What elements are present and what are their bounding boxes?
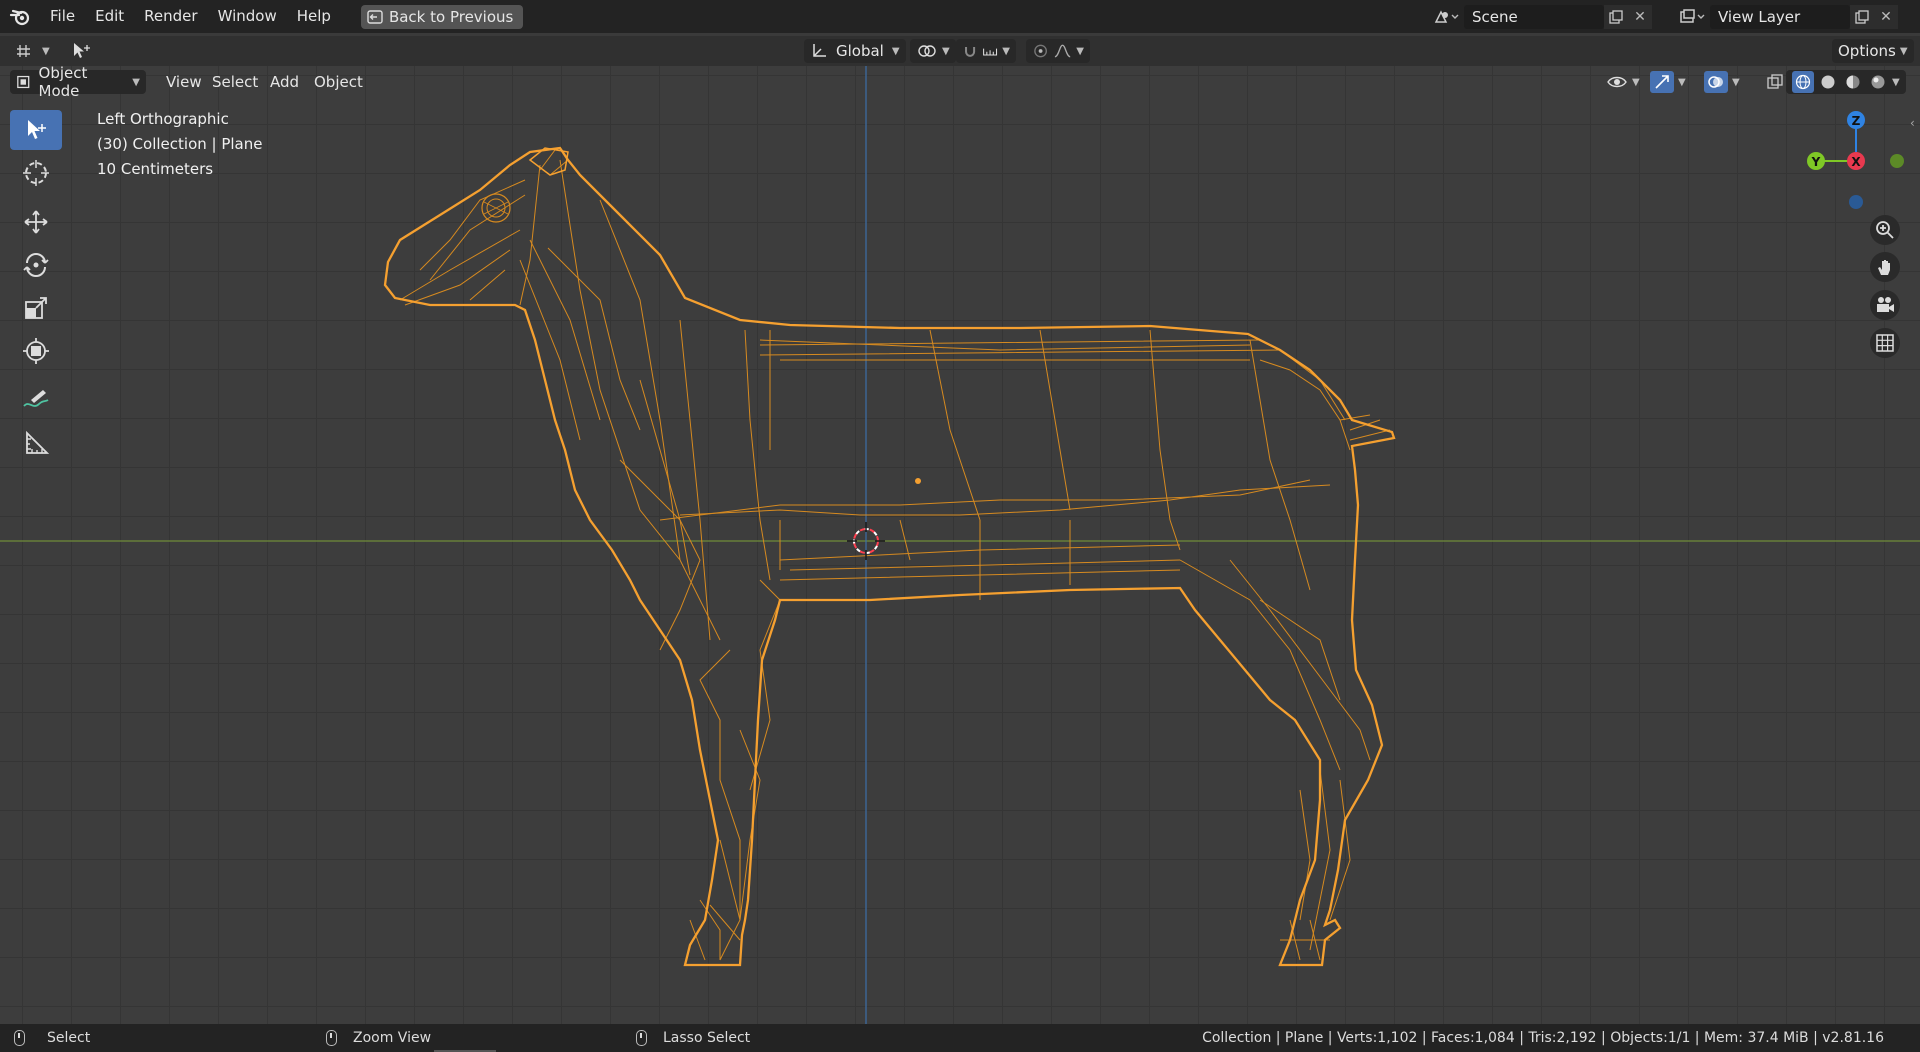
pan-view-button[interactable] [1870,252,1900,282]
viewport-menu-add[interactable]: Add [264,70,305,94]
orientation-icon [813,44,826,57]
tool-settings-header: ▼ Global ▼ ▼ ▼ ▼ Options ▼ [0,36,1920,66]
rendered-shading-icon[interactable] [1867,71,1889,93]
status-lasso-text: Lasso Select [663,1030,751,1046]
chevron-down-icon: ▼ [132,76,140,88]
chevron-down-icon: ▼ [42,45,50,57]
shading-modes[interactable]: ▼ [1786,70,1906,94]
gizmo-dropdown[interactable]: ▼ [1644,70,1692,94]
status-right-click: Lasso Select [636,1024,750,1052]
scale-tool[interactable] [10,288,62,328]
pivot-icon [918,45,936,57]
rotate-icon [23,253,49,277]
wireframe-shading-icon[interactable] [1792,71,1814,93]
select-tool-settings[interactable] [64,39,98,63]
transform-icon [23,338,49,364]
grid-scale-text: 10 Centimeters [97,160,214,178]
snap-controls[interactable]: ▼ [956,39,1016,63]
editor-type-icon [17,45,30,57]
viewport-header: Object Mode ▼ View Select Add Object ▼ ▼… [0,64,1920,100]
chevron-down-icon: ▼ [891,45,900,57]
cursor-icon [23,160,49,186]
pivot-point-dropdown[interactable]: ▼ [910,39,956,63]
gizmo-y-label: Y [1811,155,1821,169]
snap-increment-icon [983,48,998,56]
overlays-toggle-icon[interactable] [1704,71,1728,93]
object-mode-value: Object Mode [38,64,88,100]
tool-shelf [10,110,62,466]
solid-shading-icon[interactable] [1817,71,1839,93]
chevron-down-icon: ▼ [1632,76,1640,88]
annotate-tool[interactable] [10,380,62,420]
sheep-wireframe-model[interactable] [0,0,1920,1024]
view-name-text: Left Orthographic [97,110,229,128]
measure-tool[interactable] [10,423,62,463]
options-label: Options [1838,42,1896,60]
mouse-middle-icon [326,1030,337,1046]
proportional-editing-icon [1034,44,1047,58]
viewport-menu-view[interactable]: View [160,70,208,94]
viewport-menu-select[interactable]: Select [206,70,264,94]
move-tool[interactable] [10,202,62,242]
chevron-down-icon: ▼ [1732,76,1740,88]
chevron-down-icon: ▼ [1899,45,1908,57]
camera-icon [1877,297,1894,312]
zoom-magnifier-icon [1876,221,1894,239]
chevron-down-icon: ▼ [1002,45,1010,57]
mouse-left-icon [14,1030,25,1046]
camera-view-button[interactable] [1870,290,1900,320]
snap-magnet-icon [965,46,976,57]
status-bar: Select Zoom View Lasso Select Collection… [0,1024,1920,1052]
transform-orientation-dropdown[interactable]: Global ▼ [804,39,906,63]
rotate-tool[interactable] [10,245,62,285]
collection-info-text: (30) Collection | Plane [97,135,263,153]
toggle-perspective-button[interactable] [1870,328,1900,358]
navigation-gizmo[interactable]: Z Y X [1800,108,1920,218]
gizmo-z-label: Z [1852,114,1861,128]
transform-tool[interactable] [10,331,62,371]
measure-ruler-icon [26,430,50,454]
viewport-menu-object[interactable]: Object [308,70,369,94]
status-zoom-text: Zoom View [353,1030,432,1046]
grid-icon [1876,334,1894,352]
status-left-click: Select [14,1024,90,1052]
move-icon [24,210,48,234]
annotate-pen-icon [23,390,49,407]
gizmo-x-label: X [1851,155,1861,169]
object-origin [915,478,921,484]
cursor-tool[interactable] [10,153,62,193]
gizmo-toggle-icon[interactable] [1650,71,1674,93]
select-cursor-icon [74,43,90,58]
select-box-icon [28,120,46,139]
object-mode-icon [17,75,30,89]
scene-statistics: Collection | Plane | Verts:1,102 | Faces… [1202,1030,1884,1046]
material-shading-icon[interactable] [1842,71,1864,93]
select-box-tool[interactable] [10,110,62,150]
chevron-down-icon: ▼ [1892,76,1900,88]
hand-icon [1878,260,1890,275]
options-dropdown[interactable]: Options ▼ [1832,39,1914,63]
scale-icon [25,297,47,319]
visibility-dropdown[interactable]: ▼ [1600,70,1646,94]
orientation-value: Global [836,42,884,60]
status-middle-click: Zoom View [326,1024,431,1052]
object-mode-dropdown[interactable]: Object Mode ▼ [10,64,146,100]
mouse-right-icon [636,1030,647,1046]
proportional-editing-controls[interactable]: ▼ [1026,39,1090,63]
status-select-text: Select [47,1030,91,1046]
zoom-view-button[interactable] [1870,215,1900,245]
chevron-down-icon: ▼ [1076,45,1084,57]
xray-icon [1767,74,1783,89]
eye-icon [1607,76,1627,88]
chevron-down-icon: ▼ [1678,76,1686,88]
editor-type-selector[interactable]: ▼ [10,39,56,63]
sidebar-toggle-icon[interactable]: ‹ [1910,116,1920,136]
overlays-dropdown[interactable]: ▼ [1698,70,1746,94]
falloff-curve-icon [1054,44,1071,58]
chevron-down-icon: ▼ [942,45,950,57]
